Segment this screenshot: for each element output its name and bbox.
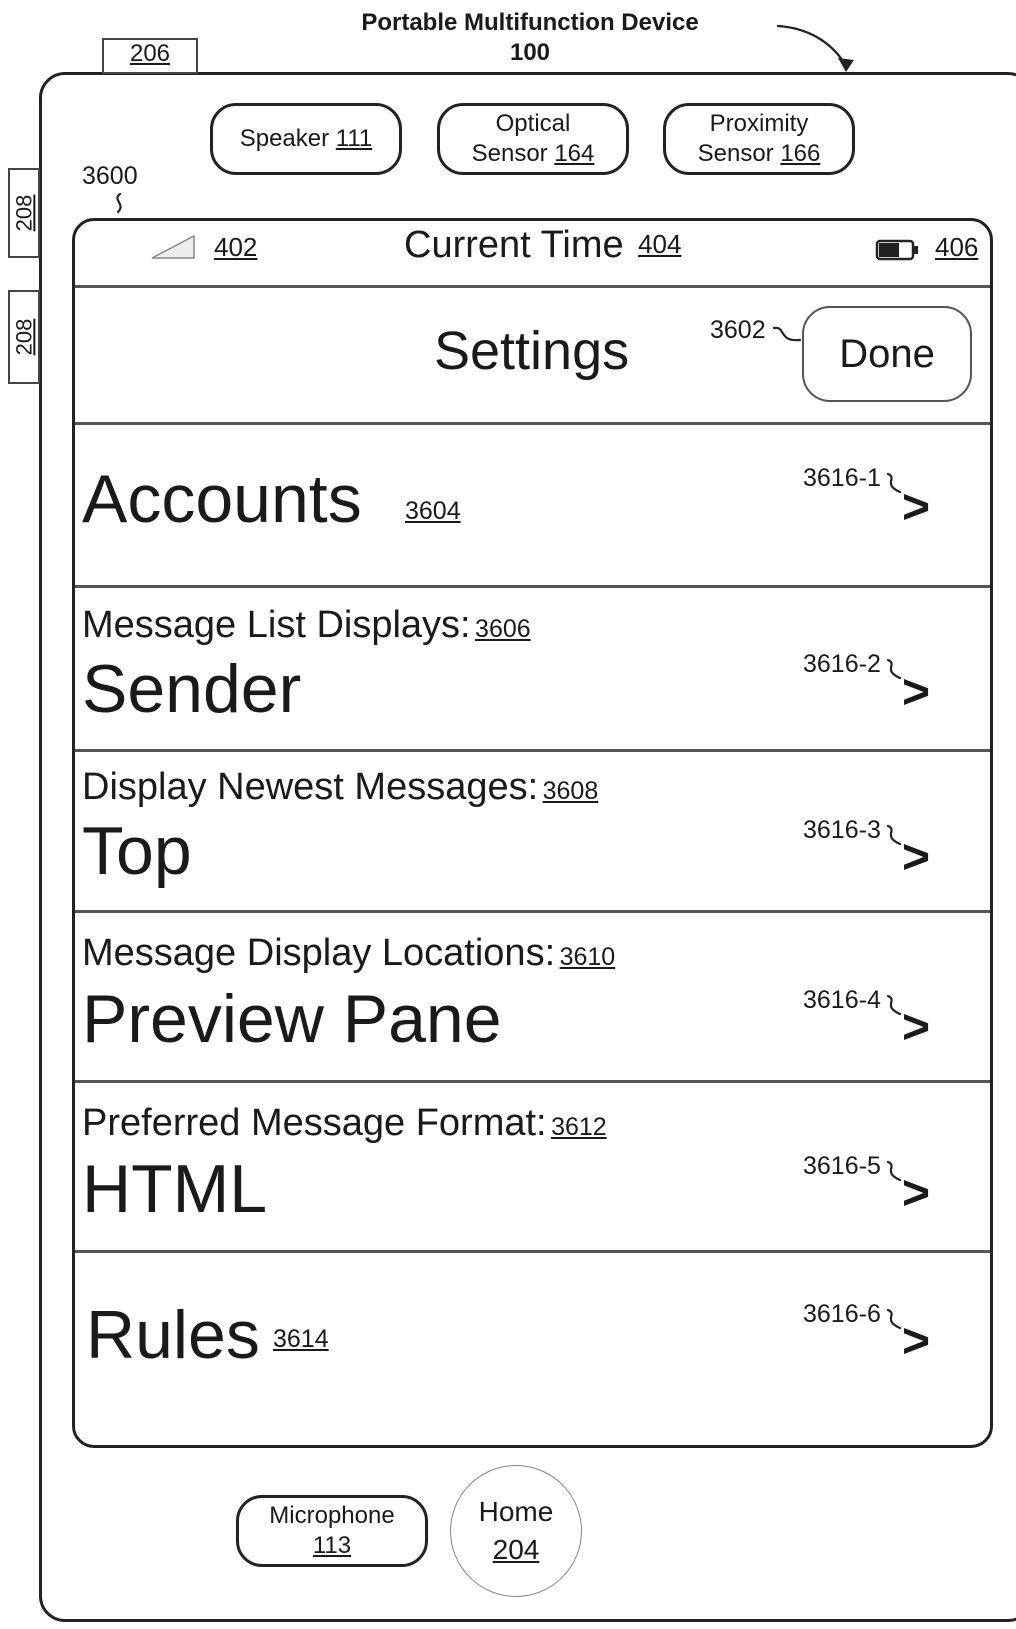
speaker-text: Speaker 111 bbox=[240, 124, 373, 154]
battery-icon bbox=[875, 239, 918, 261]
signal-icon bbox=[151, 234, 195, 259]
microphone-ref: 113 bbox=[312, 1532, 352, 1559]
chevron-ref: 3616-1 bbox=[803, 464, 881, 492]
row-value: Top bbox=[82, 813, 192, 889]
chevron-right-icon: > bbox=[902, 1167, 931, 1220]
home-button-ref: 204 bbox=[492, 1534, 540, 1565]
microphone-label: Microphone bbox=[269, 1502, 395, 1529]
chevron-right-icon: > bbox=[902, 1315, 931, 1368]
row-ref: 3608 bbox=[542, 777, 599, 805]
row-ref: 3606 bbox=[475, 615, 531, 643]
volume-down-ref: 208 bbox=[11, 318, 36, 356]
row-value: Accounts bbox=[82, 461, 362, 537]
signal-ref: 402 bbox=[214, 232, 258, 262]
proximity-sensor: Proximity Sensor 166 bbox=[663, 103, 855, 175]
figure-title: Portable Multifunction Device 100 bbox=[300, 8, 760, 68]
row-value: Rules bbox=[86, 1297, 260, 1373]
row-ref: 3612 bbox=[551, 1113, 607, 1141]
optical-sensor-line2: Sensor 164 bbox=[472, 139, 595, 169]
proximity-sensor-ref: 166 bbox=[780, 140, 821, 167]
row-label: Preferred Message Format: bbox=[82, 1102, 547, 1144]
proximity-sensor-line1: Proximity bbox=[709, 110, 809, 137]
row-ref: 3614 bbox=[273, 1325, 329, 1353]
figure-number: 100 bbox=[509, 39, 551, 66]
home-button-label: Home bbox=[478, 1496, 554, 1527]
screen-ref: 3600 bbox=[82, 162, 138, 190]
optical-sensor-line1: Optical bbox=[495, 110, 571, 137]
row-label-line: Message Display Locations: 3610 bbox=[82, 932, 615, 975]
speaker-label: Speaker bbox=[239, 125, 330, 152]
row-value: Sender bbox=[82, 651, 302, 727]
volume-up-ref-box: 208 bbox=[8, 168, 40, 258]
home-button[interactable]: Home 204 bbox=[450, 1465, 582, 1597]
device-arrowhead bbox=[838, 58, 854, 72]
microphone: Microphone 113 bbox=[236, 1495, 428, 1567]
chevron-right-icon: > bbox=[902, 1001, 931, 1054]
chevron-ref: 3616-2 bbox=[803, 650, 881, 678]
proximity-sensor-label: Sensor bbox=[697, 140, 774, 167]
current-time-label: Current Time bbox=[404, 224, 624, 266]
row-label-line: Preferred Message Format: 3612 bbox=[82, 1102, 607, 1145]
chevron-ref: 3616-4 bbox=[803, 986, 881, 1014]
chevron-right-icon: > bbox=[902, 666, 931, 719]
status-bar-divider bbox=[75, 285, 990, 288]
speaker-ref: 111 bbox=[335, 125, 373, 152]
row-label-line: Display Newest Messages: 3608 bbox=[82, 766, 598, 809]
battery-ref: 406 bbox=[935, 232, 979, 262]
row-ref: 3610 bbox=[559, 943, 616, 971]
row-label-line: Message List Displays: 3606 bbox=[82, 604, 531, 647]
row-label: Message Display Locations: bbox=[82, 932, 556, 974]
optical-sensor: Optical Sensor 164 bbox=[437, 103, 629, 175]
row-value: Preview Pane bbox=[82, 981, 502, 1057]
settings-title: Settings bbox=[434, 321, 630, 381]
chevron-right-icon: > bbox=[902, 481, 931, 534]
volume-down-ref-box: 208 bbox=[8, 290, 40, 384]
figure-title-text: Portable Multifunction Device bbox=[361, 9, 699, 36]
current-time: Current Time 404 bbox=[404, 224, 681, 267]
top-button-ref: 206 bbox=[129, 40, 171, 67]
row-label: Message List Displays: bbox=[82, 604, 471, 646]
row-value: HTML bbox=[82, 1151, 268, 1227]
chevron-right-icon: > bbox=[902, 831, 931, 884]
device-leader-line bbox=[776, 24, 848, 68]
optical-sensor-ref: 164 bbox=[554, 140, 595, 167]
chevron-ref: 3616-3 bbox=[803, 816, 881, 844]
volume-up-ref: 208 bbox=[11, 194, 36, 232]
chevron-ref: 3616-6 bbox=[803, 1300, 881, 1328]
current-time-ref: 404 bbox=[638, 229, 682, 259]
proximity-sensor-line2: Sensor 166 bbox=[698, 139, 821, 169]
optical-sensor-label: Sensor bbox=[471, 140, 548, 167]
row-ref: 3604 bbox=[405, 497, 461, 525]
done-button-ref: 3602 bbox=[710, 316, 766, 344]
row-label: Display Newest Messages: bbox=[82, 766, 539, 808]
done-button[interactable]: Done bbox=[802, 306, 972, 402]
chevron-ref: 3616-5 bbox=[803, 1152, 881, 1180]
speaker: Speaker 111 bbox=[210, 103, 402, 175]
